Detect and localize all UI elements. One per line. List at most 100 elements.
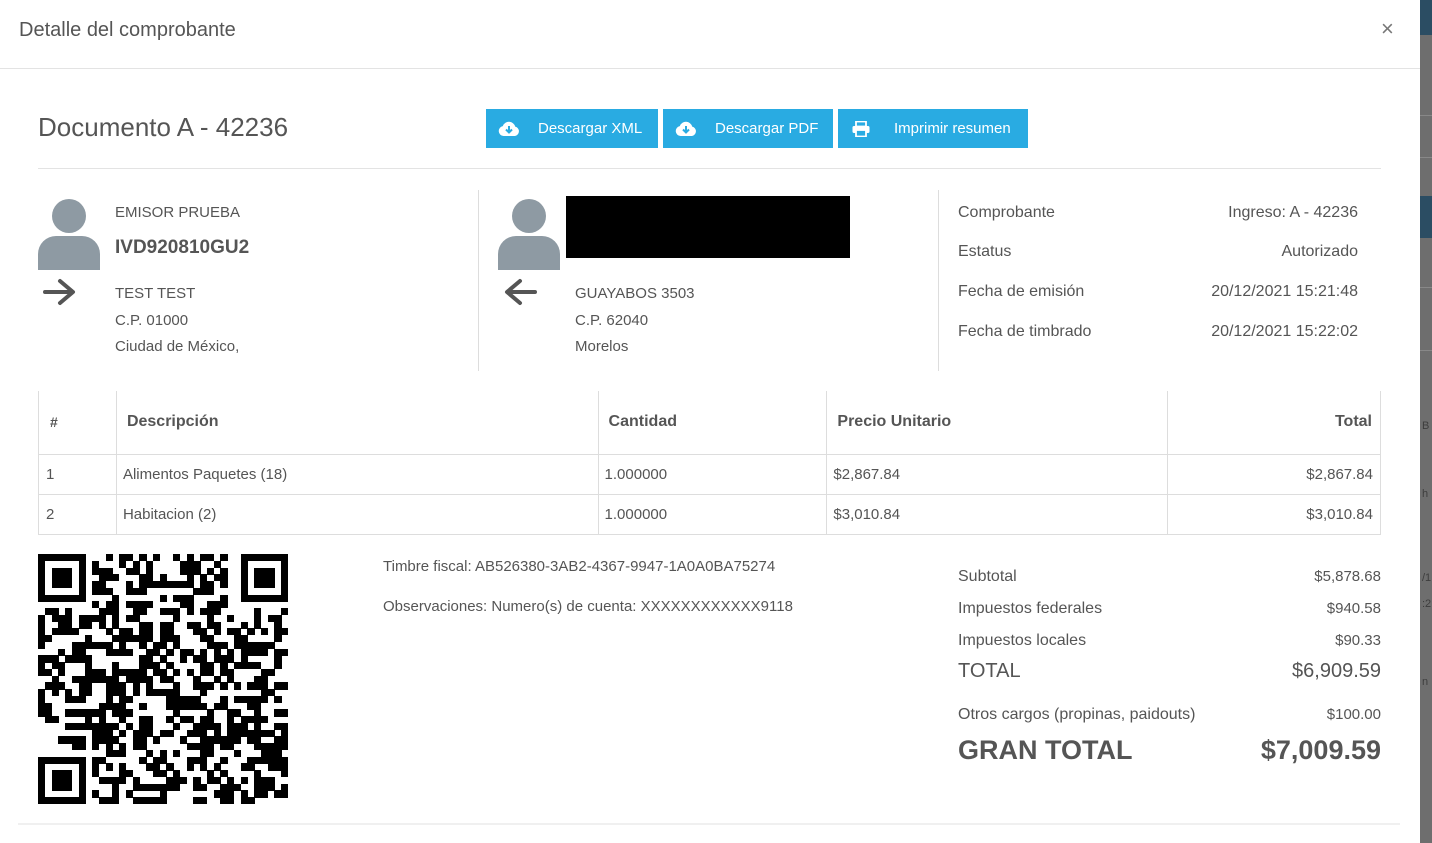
cloud-download-icon	[663, 109, 709, 148]
qr-module	[173, 749, 181, 758]
qr-module	[85, 621, 93, 629]
qr-module	[200, 797, 208, 805]
qr-module	[179, 776, 188, 785]
close-button[interactable]: ×	[1381, 17, 1394, 41]
qr-module	[112, 574, 120, 582]
receipt-detail-modal: Detalle del comprobante × Documento A - …	[0, 0, 1420, 843]
backdrop-panel-block	[1420, 196, 1432, 238]
printer-icon	[838, 109, 884, 148]
receiver-address-line: C.P. 62040	[575, 312, 649, 329]
qr-module	[119, 729, 127, 737]
download-xml-label: Descargar XML	[538, 120, 643, 137]
column-header: #	[38, 391, 117, 455]
qr-module	[206, 749, 215, 758]
table-cell: $2,867.84	[826, 454, 1169, 495]
print-summary-button[interactable]: Imprimir resumen	[838, 109, 1028, 148]
table-header-row: # Descripción Cantidad Precio Unitario T…	[38, 391, 1381, 455]
qr-module	[139, 702, 147, 710]
emitter-name: EMISOR PRUEBA	[115, 204, 241, 221]
backdrop-text: n	[1422, 676, 1429, 688]
qr-module	[166, 729, 174, 737]
qr-module	[260, 628, 269, 636]
column-divider	[938, 190, 939, 371]
info-label-estatus: Estatus	[958, 243, 1012, 260]
backdrop-text: :2	[1422, 598, 1432, 610]
qr-module	[260, 716, 269, 724]
qr-module	[213, 608, 221, 616]
other-charges-label: Otros cargos (propinas, paidouts)	[958, 706, 1196, 723]
qr-module	[173, 783, 181, 791]
qr-module	[274, 695, 282, 704]
qr-module	[186, 763, 194, 771]
info-value-fecha-timbrado: 20/12/2021 15:22:02	[1211, 323, 1358, 340]
qr-module	[173, 722, 181, 731]
download-pdf-button[interactable]: Descargar PDF	[663, 109, 833, 148]
qr-module	[58, 668, 66, 677]
qr-module	[220, 601, 228, 609]
backdrop-text: h	[1422, 488, 1429, 500]
local-taxes-value: $90.33	[1335, 632, 1381, 649]
qr-module	[233, 749, 242, 758]
qr-module	[173, 668, 181, 677]
qr-module	[173, 614, 181, 622]
cloud-download-icon	[486, 109, 532, 148]
modal-footer-edge	[18, 823, 1400, 825]
qr-module	[51, 716, 59, 724]
receiver-avatar-icon	[498, 198, 560, 270]
qr-module	[139, 587, 147, 595]
column-header: Total	[1167, 391, 1381, 455]
qr-module	[179, 655, 188, 663]
qr-module	[139, 608, 147, 616]
info-label-comprobante: Comprobante	[958, 204, 1055, 221]
qr-module	[65, 783, 73, 791]
qr-module	[220, 756, 228, 764]
qr-module	[267, 668, 275, 677]
modal-title: Detalle del comprobante	[19, 19, 236, 41]
backdrop-line	[1420, 287, 1432, 288]
qr-module	[247, 628, 255, 636]
qr-module	[78, 695, 86, 704]
federal-taxes-value: $940.58	[1326, 600, 1381, 617]
backdrop-line	[1420, 350, 1432, 351]
download-xml-button[interactable]: Descargar XML	[486, 109, 658, 148]
qr-module	[213, 628, 221, 636]
qr-module	[78, 743, 86, 751]
column-divider	[478, 190, 479, 371]
qr-module	[65, 581, 73, 589]
qr-module	[281, 594, 289, 602]
modal-header: Detalle del comprobante ×	[0, 0, 1420, 69]
qr-module	[260, 790, 269, 798]
qr-module	[281, 709, 289, 717]
qr-module	[146, 601, 154, 609]
qr-module	[159, 594, 167, 602]
qr-module	[220, 581, 228, 589]
qr-module	[227, 614, 235, 622]
qr-module	[71, 628, 79, 636]
total-label: TOTAL	[958, 660, 1021, 682]
arrow-left-icon	[503, 278, 539, 308]
info-label-fecha-timbrado: Fecha de timbrado	[958, 323, 1092, 340]
qr-module	[281, 743, 289, 751]
table-cell: 1	[38, 454, 117, 495]
qr-module	[119, 749, 127, 758]
info-value-comprobante: Ingreso: A - 42236	[1228, 204, 1358, 221]
subtotal-value: $5,878.68	[1314, 568, 1381, 585]
qr-module	[200, 783, 208, 791]
qr-module	[281, 790, 289, 798]
backdrop-text: B	[1422, 420, 1430, 432]
table-row: 2 Habitacion (2) 1.000000 $3,010.84 $3,0…	[38, 494, 1381, 535]
table-cell: 1.000000	[598, 494, 828, 535]
local-taxes-label: Impuestos locales	[958, 632, 1087, 649]
qr-module	[220, 554, 228, 562]
table-cell: 2	[38, 494, 117, 535]
qr-module	[247, 797, 255, 805]
qr-module	[281, 608, 289, 616]
qr-module	[220, 682, 228, 690]
receiver-address-line: GUAYABOS 3503	[575, 285, 695, 302]
info-value-estatus: Autorizado	[1281, 243, 1359, 260]
arrow-right-icon	[43, 278, 79, 308]
qr-module	[281, 628, 289, 636]
qr-module	[92, 743, 100, 751]
qr-module	[281, 648, 289, 656]
qr-module	[233, 736, 242, 744]
